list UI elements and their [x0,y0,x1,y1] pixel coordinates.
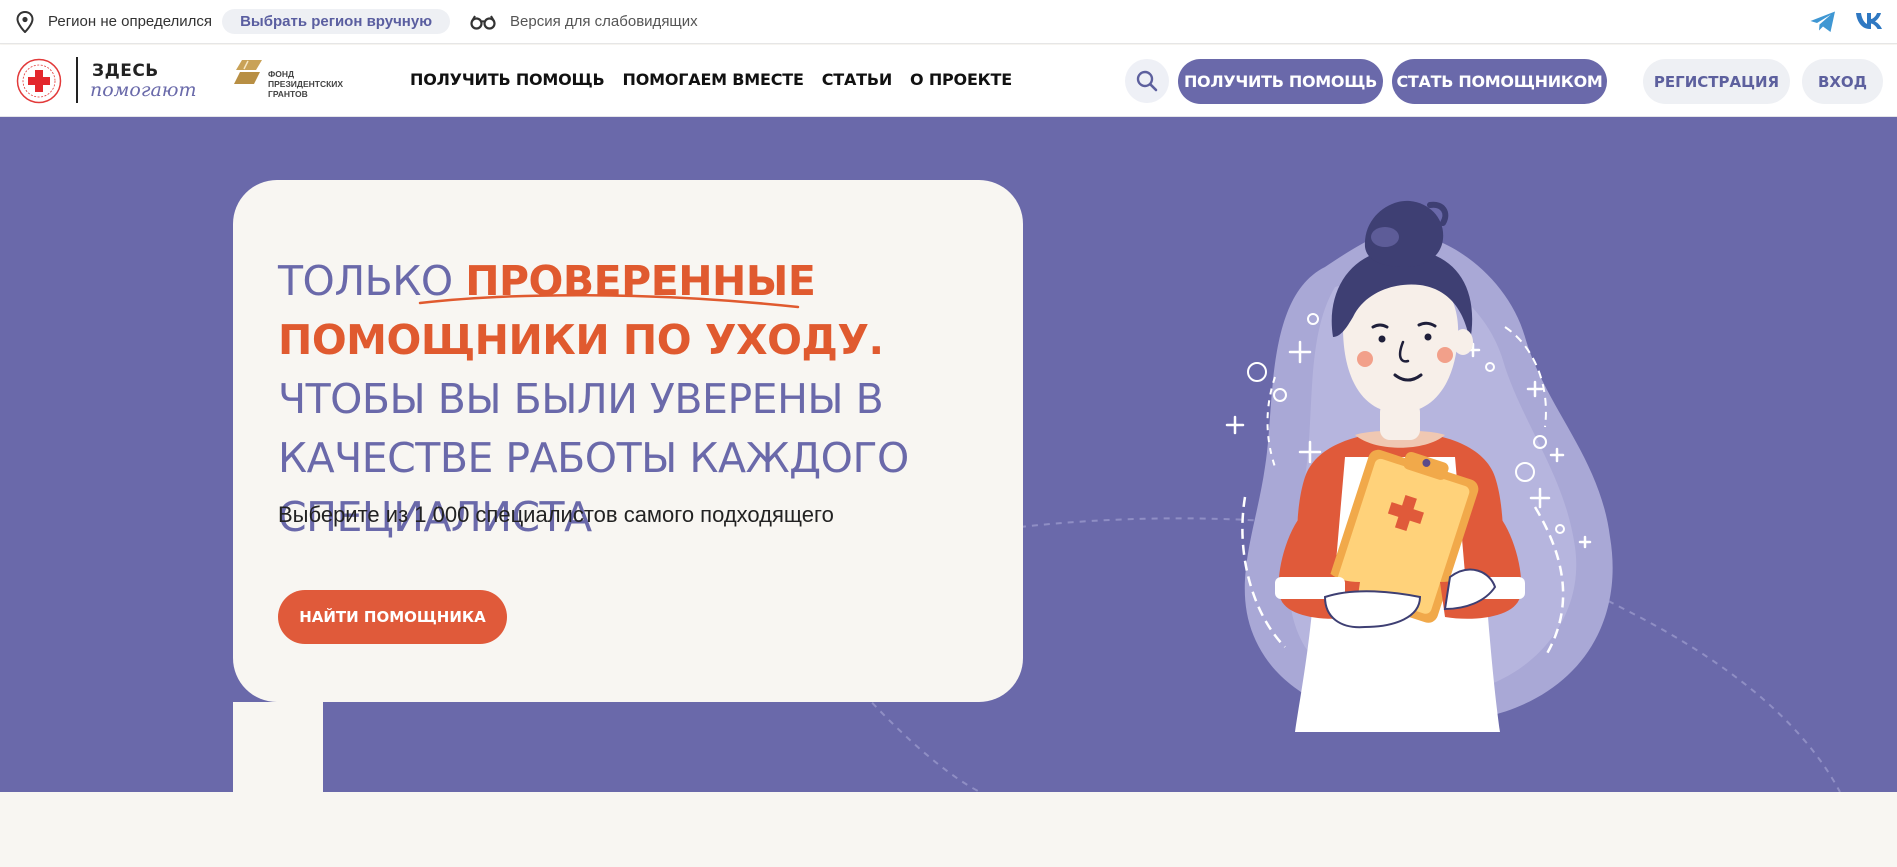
nav-item-articles[interactable]: СТАТЬИ [822,70,893,89]
login-button[interactable]: ВХОД [1802,59,1883,104]
region-status: Регион не определился [48,13,213,30]
location-pin-icon [16,10,34,33]
fund-name-text: ФОНД ПРЕЗИДЕНТСКИХ ГРАНТОВ [268,69,344,99]
telegram-icon[interactable] [1809,10,1837,34]
get-help-button[interactable]: ПОЛУЧИТЬ ПОМОЩЬ [1178,59,1383,104]
glasses-icon[interactable] [470,14,496,30]
hero-subtitle: Выберите из 1 000 специалистов самого по… [278,502,834,527]
search-icon [1136,70,1158,92]
main-navigation: ЗДЕСЬ помогают ФОНД ПРЕЗИДЕНТСКИХ ГРАНТО… [0,45,1897,117]
search-button[interactable] [1125,59,1169,103]
presidential-grants-fund-logo[interactable] [234,58,268,88]
brand-name-line1: ЗДЕСЬ [92,61,159,81]
next-section-start [0,792,1897,867]
nav-item-get-help[interactable]: ПОЛУЧИТЬ ПОМОЩЬ [410,70,605,89]
vk-icon[interactable] [1855,10,1883,32]
hero-card-tail [233,702,323,792]
nav-item-help-together[interactable]: ПОМОГАЕМ ВМЕСТЕ [623,70,804,89]
headline-underline-stroke [418,294,800,309]
top-utility-bar: Регион не определился Выбрать регион вру… [0,0,1897,44]
hero-section: ТОЛЬКО ПРОВЕРЕННЫЕ ПОМОЩНИКИ ПО УХОДУ. Ч… [0,117,1897,792]
register-button[interactable]: РЕГИСТРАЦИЯ [1643,59,1790,104]
red-cross-logo[interactable] [16,58,62,104]
nav-menu: ПОЛУЧИТЬ ПОМОЩЬ ПОМОГАЕМ ВМЕСТЕ СТАТЬИ О… [410,70,1012,89]
become-helper-button[interactable]: СТАТЬ ПОМОЩНИКОМ [1392,59,1607,104]
social-links [1809,10,1883,34]
logo-divider [76,57,78,103]
vision-impaired-version-link[interactable]: Версия для слабовидящих [510,13,698,30]
choose-region-button[interactable]: Выбрать регион вручную [222,9,451,34]
caregiver-illustration [1225,200,1613,732]
brand-name-line2: помогают [90,79,197,101]
nav-item-about[interactable]: О ПРОЕКТЕ [910,70,1012,89]
find-helper-button[interactable]: НАЙТИ ПОМОЩНИКА [278,590,507,644]
